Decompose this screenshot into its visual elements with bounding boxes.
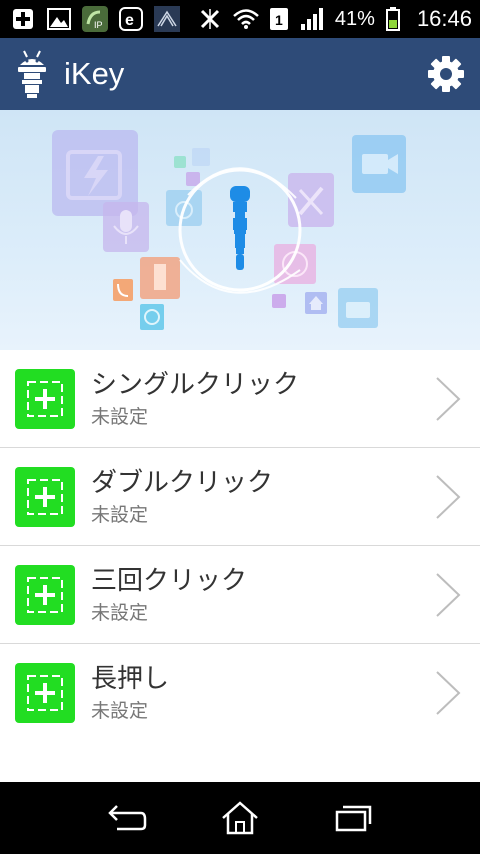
add-box-icon xyxy=(10,6,36,32)
chevron-right-icon xyxy=(433,472,463,522)
add-action-icon[interactable] xyxy=(15,368,75,429)
toolbox-tile-icon xyxy=(338,288,378,328)
item-status: 未設定 xyxy=(91,503,149,526)
item-title: 三回クリック xyxy=(91,565,248,596)
add-action-icon[interactable] xyxy=(15,466,75,527)
battery-percent: 41% xyxy=(334,7,375,30)
wifi-icon xyxy=(233,6,259,32)
add-action-icon[interactable] xyxy=(15,564,75,625)
mic-tile-icon xyxy=(103,202,149,252)
item-title: 長押し xyxy=(91,664,170,694)
chevron-right-icon xyxy=(433,668,463,718)
item-status: 未設定 xyxy=(91,700,149,722)
svg-text:e: e xyxy=(125,12,134,29)
image-icon xyxy=(46,6,72,32)
ikey-plug-icon xyxy=(230,186,250,270)
small-tile-icon xyxy=(272,294,286,308)
back-icon[interactable] xyxy=(103,794,151,842)
hero-banner xyxy=(0,110,480,350)
phone-tile-icon xyxy=(113,279,133,301)
small-tile-icon xyxy=(174,156,186,168)
no-sim-icon xyxy=(197,6,223,32)
battery-icon xyxy=(385,6,401,32)
chevron-right-icon xyxy=(433,570,463,620)
item-title: ダブルクリック xyxy=(91,467,274,498)
item-status: 未設定 xyxy=(91,601,149,624)
list-item-single-click[interactable]: シングルクリック 未設定 xyxy=(0,350,480,448)
e-icon: e xyxy=(118,6,144,32)
clock: 16:46 xyxy=(416,6,472,31)
ikey-robot-icon xyxy=(14,49,50,99)
flashlight-tile-icon xyxy=(140,257,180,299)
small-tile-icon xyxy=(186,172,200,186)
signal-icon xyxy=(299,6,325,32)
navigation-bar xyxy=(0,782,480,854)
sim-icon: 1 xyxy=(269,6,289,32)
tools-tile-icon xyxy=(288,173,334,227)
hero-illustration xyxy=(52,130,406,330)
svg-text:IP: IP xyxy=(94,20,103,30)
item-status: 未設定 xyxy=(91,405,149,428)
add-action-icon[interactable] xyxy=(15,663,75,723)
home-icon[interactable] xyxy=(216,794,264,842)
list-item-double-click[interactable]: ダブルクリック 未設定 xyxy=(0,448,480,546)
ip-icon: IP xyxy=(82,6,108,32)
home-tile-icon xyxy=(305,292,327,314)
list-item-long-press[interactable]: 長押し 未設定 xyxy=(0,644,480,742)
app-bar: iKey xyxy=(0,38,480,110)
message-tile-icon xyxy=(140,304,164,330)
recents-icon[interactable] xyxy=(329,794,377,842)
click-action-list: シングルクリック 未設定 ダブルクリック 未設定 三回クリック 未設定 長押し … xyxy=(0,350,480,782)
video-tile-icon xyxy=(352,135,406,193)
signal-app-icon xyxy=(154,6,180,32)
small-tile-icon xyxy=(192,148,210,166)
chevron-right-icon xyxy=(433,374,463,424)
item-title: シングルクリック xyxy=(91,369,300,400)
system-status-icons: 1 41% 16:46 xyxy=(197,6,472,32)
app-title: iKey xyxy=(64,56,125,91)
status-bar: IP e 1 41% 16:46 xyxy=(0,0,480,38)
notification-icons: IP e xyxy=(10,6,180,32)
gear-icon[interactable] xyxy=(426,54,466,94)
sim-slot-label: 1 xyxy=(275,12,283,28)
list-item-triple-click[interactable]: 三回クリック 未設定 xyxy=(0,546,480,644)
